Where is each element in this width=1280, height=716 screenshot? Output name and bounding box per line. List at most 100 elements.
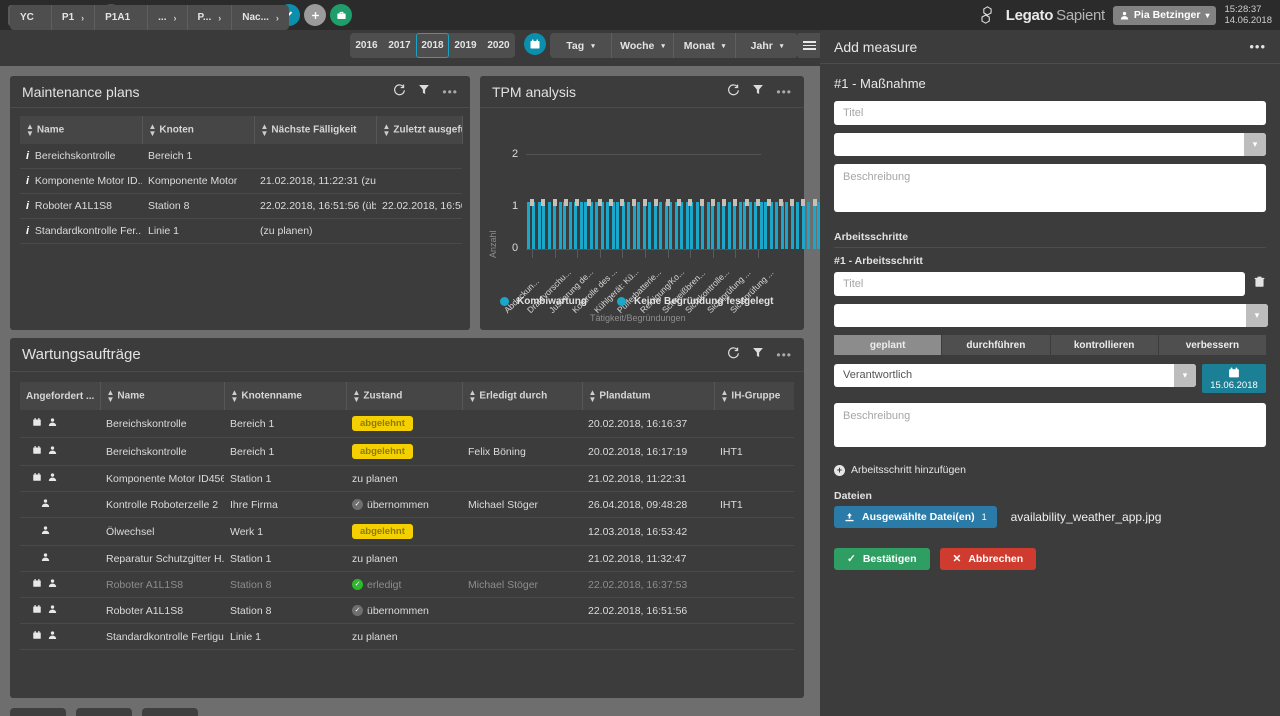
step-type-select[interactable]: ▾	[834, 304, 1268, 327]
segment-durchfuehren[interactable]: durchführen	[942, 335, 1050, 355]
cell-angefordert	[20, 623, 100, 650]
cancel-button[interactable]: ✕ Abbrechen	[939, 548, 1037, 570]
calendar-icon[interactable]	[32, 630, 42, 643]
calendar-icon[interactable]	[32, 445, 42, 458]
table-row[interactable]: Reparatur Schutzgitter H... Station 1 zu p…	[20, 545, 794, 572]
column-header-zuletzt-ausgefuehrt[interactable]: ▲▼Zuletzt ausgefüh	[376, 116, 463, 144]
filter-icon[interactable]	[752, 346, 764, 364]
plus-icon[interactable]	[304, 4, 326, 26]
person-icon[interactable]	[48, 446, 57, 458]
table-row[interactable]: Ölwechsel Werk 1 abgelehnt 12.03.2018, 16:5…	[20, 517, 794, 546]
year-option-2019[interactable]: 2019	[449, 33, 482, 58]
column-header-erledigt-durch[interactable]: ▲ ▼ Erledigt durch	[462, 382, 583, 410]
year-option-2018[interactable]: 2018	[416, 33, 449, 58]
home-button[interactable]	[10, 708, 66, 716]
person-icon[interactable]	[48, 631, 57, 643]
calendar-icon[interactable]	[32, 472, 42, 485]
segment-verbessern[interactable]: verbessern	[1158, 335, 1266, 355]
table-row[interactable]: Bereichskontrolle Bereich 1 abgelehnt Felix…	[20, 437, 794, 466]
table-row[interactable]: Roboter A1L1S8 Station 8 ✓ übernommen 22.02.…	[20, 597, 794, 624]
year-option-2016[interactable]: 2016	[350, 33, 383, 58]
calendar-icon[interactable]	[32, 417, 42, 430]
column-header-ih-gruppe[interactable]: ▲ ▼ IH-Gruppe	[714, 382, 794, 410]
chart-bar-marker	[812, 199, 817, 206]
person-icon[interactable]	[41, 553, 50, 565]
filter-icon[interactable]	[752, 83, 764, 101]
measure-type-select[interactable]: ▾	[834, 133, 1266, 156]
person-icon[interactable]	[48, 579, 57, 591]
table-row[interactable]: Standardkontrolle Fertigu... Linie 1 zu pl…	[20, 623, 794, 650]
period-option-tag[interactable]: Tag ▾	[550, 33, 612, 58]
person-icon[interactable]	[41, 499, 50, 511]
info-icon[interactable]: i	[26, 150, 29, 162]
year-option-2020[interactable]: 2020	[482, 33, 515, 58]
table-row[interactable]: Bereichskontrolle Bereich 1 abgelehnt 20.02…	[20, 410, 794, 438]
person-icon[interactable]	[48, 473, 57, 485]
panel-toggle-icon[interactable]	[798, 33, 820, 58]
cell-ih-gruppe	[714, 545, 794, 572]
column-header-knotenname[interactable]: ▲ ▼ Knotenname	[224, 382, 347, 410]
info-icon[interactable]: i	[26, 225, 29, 237]
measure-title-input[interactable]	[834, 101, 1266, 125]
person-icon[interactable]	[41, 526, 50, 538]
more-options-icon[interactable]: •••	[442, 85, 458, 99]
table-row[interactable]: i Komponente Motor ID... Komponente Moto…	[20, 168, 462, 194]
cell-name: Standardkontrolle Fertigu...	[100, 623, 224, 650]
column-header-angefordert[interactable]: Angefordert ...	[20, 382, 101, 410]
select-files-button[interactable]: Ausgewählte Datei(en) 1	[834, 506, 997, 528]
responsible-value: Verantwortlich	[834, 364, 1196, 387]
user-menu-button[interactable]: Pia Betzinger ▾	[1112, 5, 1217, 25]
calendar-icon[interactable]	[32, 578, 42, 591]
person-icon[interactable]	[48, 418, 57, 430]
refresh-icon[interactable]	[727, 346, 740, 364]
more-options-icon[interactable]: •••	[1249, 39, 1266, 54]
column-header-name[interactable]: ▲ ▼ Name	[20, 116, 143, 144]
cell-name: i Roboter A1L1S8	[20, 193, 142, 219]
column-header-plandatum[interactable]: ▲ ▼ Plandatum	[582, 382, 715, 410]
more-options-icon[interactable]: •••	[776, 85, 792, 99]
table-row[interactable]: i Standardkontrolle Fer... Linie 1 (zu p…	[20, 218, 462, 244]
year-option-2017[interactable]: 2017	[383, 33, 416, 58]
table-row[interactable]: i Roboter A1L1S8 Station 8 22.02.2018, 1…	[20, 193, 462, 219]
column-header-knoten[interactable]: ▲ ▼ Knoten	[142, 116, 255, 144]
table-row[interactable]: Roboter A1L1S8 Station 8 ✓ erledigt Michael …	[20, 571, 794, 598]
period-option-jahr[interactable]: Jahr ▾	[736, 33, 798, 58]
breadcrumb-item-0[interactable]: YC	[10, 5, 52, 30]
more-options-icon[interactable]: •••	[776, 348, 792, 362]
column-header-zustand[interactable]: ▲ ▼ Zustand	[346, 382, 463, 410]
briefcase-icon[interactable]	[330, 4, 352, 26]
step-description-textarea[interactable]	[834, 403, 1266, 447]
breadcrumb-item-1[interactable]: P1 ›	[52, 5, 96, 30]
breadcrumb-item-4[interactable]: P... ›	[188, 5, 233, 30]
add-work-step-button[interactable]: + Arbeitsschritt hinzufügen	[834, 464, 1266, 476]
forward-button[interactable]	[142, 708, 198, 716]
info-icon[interactable]: i	[26, 200, 29, 212]
table-row[interactable]: Komponente Motor ID4568 Station 1 zu plane…	[20, 465, 794, 492]
confirm-button[interactable]: ✓ Bestätigen	[834, 548, 930, 570]
trash-icon[interactable]	[1253, 272, 1266, 291]
table-row[interactable]: i Bereichskontrolle Bereich 1	[20, 144, 462, 169]
column-header-name[interactable]: ▲ ▼ Name	[100, 382, 225, 410]
calendar-icon[interactable]	[32, 604, 42, 617]
calendar-icon[interactable]	[524, 33, 546, 55]
filter-icon[interactable]	[418, 83, 430, 101]
period-option-woche[interactable]: Woche ▾	[612, 33, 674, 58]
back-button[interactable]	[76, 708, 132, 716]
segment-kontrollieren[interactable]: kontrollieren	[1050, 335, 1158, 355]
person-icon[interactable]	[48, 605, 57, 617]
info-icon[interactable]: i	[26, 175, 29, 187]
date-picker-button[interactable]: 15.06.2018	[1202, 364, 1266, 393]
step-title-input[interactable]	[834, 272, 1245, 296]
refresh-icon[interactable]	[727, 83, 740, 101]
period-option-monat[interactable]: Monat ▾	[674, 33, 736, 58]
measure-description-textarea[interactable]	[834, 164, 1266, 212]
breadcrumb-item-2[interactable]: P1A1	[95, 5, 149, 30]
breadcrumb-item-5[interactable]: Nac... ›	[232, 5, 289, 30]
refresh-icon[interactable]	[393, 83, 406, 101]
segment-geplant[interactable]: geplant	[834, 335, 942, 355]
table-row[interactable]: Kontrolle Roboterzelle 2 Ihre Firma ✓ übern…	[20, 491, 794, 518]
breadcrumb-item-3[interactable]: ... ›	[148, 5, 188, 30]
cell-zuletzt	[376, 168, 462, 194]
column-header-naechste-faelligkeit[interactable]: ▲ ▼ Nächste Fälligkeit	[254, 116, 377, 144]
responsible-select[interactable]: Verantwortlich ▾	[834, 364, 1196, 393]
